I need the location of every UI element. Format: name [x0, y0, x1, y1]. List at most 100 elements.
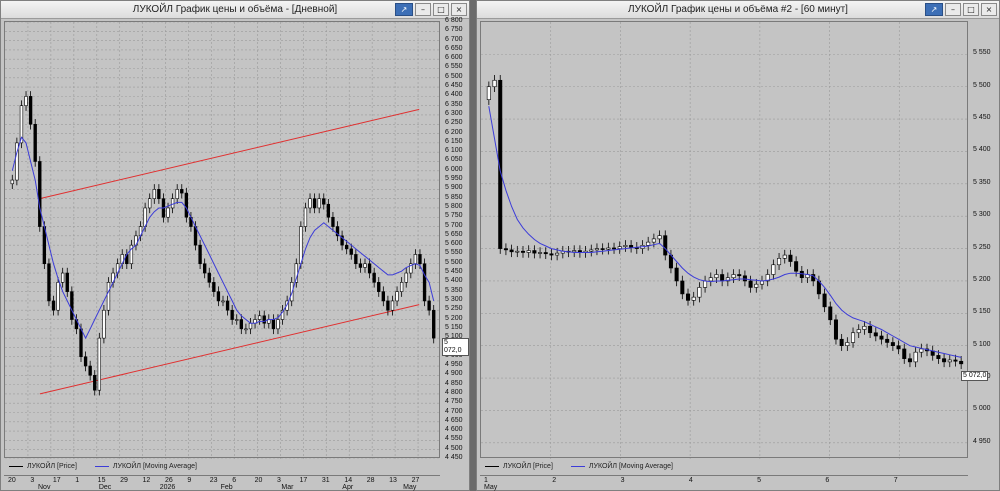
candle-body [299, 226, 303, 265]
candle-body [913, 351, 918, 363]
price-chart-area[interactable] [480, 21, 969, 459]
window-title-bar[interactable]: ЛУКОЙЛ График цены и объёма #2 - [60 мин… [477, 1, 999, 19]
candle-body [799, 270, 804, 279]
window-title: ЛУКОЙЛ График цены и объёма #2 - [60 мин… [628, 4, 848, 15]
candle-body [390, 300, 395, 311]
candle-body [51, 300, 56, 311]
y-tick-label: 6 000 [445, 165, 463, 173]
candle-body [623, 245, 628, 247]
candle-body [520, 250, 525, 253]
candle-body [697, 287, 702, 298]
x-day-label: 12 [142, 477, 151, 484]
window-title-bar[interactable]: ЛУКОЙЛ График цены и объёма - [Дневной] … [1, 1, 469, 19]
legend-ma: ЛУКОЙЛ [Moving Average] [588, 463, 673, 470]
y-tick-label: 5 000 [973, 405, 991, 413]
candle-body [10, 179, 14, 185]
candle-body [83, 356, 88, 367]
candle-body [890, 342, 895, 347]
legend-price: ЛУКОЙЛ [Price] [27, 463, 77, 470]
close-button[interactable]: × [981, 3, 997, 16]
maximize-button[interactable]: □ [963, 3, 979, 16]
y-tick-label: 4 750 [445, 398, 463, 406]
candle-body [526, 250, 531, 253]
candle-body [308, 198, 312, 209]
y-tick-label: 6 150 [445, 137, 463, 145]
pin-icon[interactable]: ↗ [395, 3, 413, 16]
y-tick-label: 6 300 [445, 109, 463, 117]
candle-body [399, 282, 404, 292]
x-day-label: 4 [688, 477, 693, 484]
y-tick-label: 5 300 [973, 211, 991, 219]
candle-body [856, 329, 861, 334]
maximize-button[interactable]: □ [433, 3, 449, 16]
y-tick-label: 5 300 [445, 295, 463, 303]
chart-legend: ЛУКОЙЛ [Price] ЛУКОЙЛ [Moving Average] [9, 463, 197, 470]
moving-average-line [11, 136, 435, 340]
candle-body [395, 291, 399, 302]
pin-icon[interactable]: ↗ [925, 3, 943, 16]
minimize-button[interactable]: – [945, 3, 961, 16]
candle-body [589, 249, 594, 252]
candle-body [317, 198, 321, 209]
candle-body [386, 300, 390, 311]
x-day-label: 14 [344, 477, 353, 484]
candle-body [629, 245, 634, 248]
y-tick-label: 5 900 [445, 184, 463, 192]
candlestick-chart[interactable] [5, 21, 441, 460]
candle-body [885, 338, 890, 343]
close-button[interactable]: × [451, 3, 467, 16]
candle-body [203, 263, 207, 274]
candle-body [152, 189, 156, 199]
candle-body [953, 359, 958, 362]
price-chart-area[interactable] [4, 21, 441, 460]
ma-legend-swatch [570, 466, 585, 467]
candle-body [363, 263, 367, 268]
candle-body [28, 96, 33, 125]
candle-body [244, 328, 248, 331]
x-month-label: Mar [281, 484, 294, 491]
candle-body [381, 291, 385, 302]
candle-body [657, 235, 662, 240]
candle-body [61, 272, 65, 283]
minimize-button[interactable]: – [415, 3, 431, 16]
ma-legend-swatch [94, 466, 109, 467]
candle-body [873, 332, 878, 337]
candle-body [349, 248, 353, 255]
y-tick-label: 5 400 [445, 277, 463, 285]
candle-body [919, 348, 924, 353]
y-tick-label: 6 500 [445, 72, 463, 80]
candle-body [427, 300, 431, 311]
candle-body [257, 315, 262, 320]
candle-body [947, 359, 952, 363]
candle-body [312, 198, 317, 209]
x-day-label: 31 [321, 477, 330, 484]
candle-body [248, 322, 253, 330]
candle-body [543, 252, 548, 255]
y-tick-label: 5 200 [445, 314, 463, 322]
candle-body [413, 254, 418, 265]
candle-body [839, 338, 844, 347]
candle-body [686, 293, 691, 301]
candle-body [358, 263, 363, 268]
x-day-label: 3 [277, 477, 281, 484]
x-month-label: Nov [38, 484, 51, 491]
candlestick-chart[interactable] [481, 22, 969, 459]
candle-body [372, 272, 376, 283]
y-tick-label: 6 600 [445, 54, 463, 62]
x-day-label: 28 [366, 477, 375, 484]
x-month-label: Apr [342, 484, 354, 491]
chart-legend: ЛУКОЙЛ [Price] ЛУКОЙЛ [Moving Average] [485, 463, 673, 470]
candle-body [788, 254, 793, 262]
y-tick-label: 6 800 [445, 17, 463, 24]
y-tick-label: 5 450 [445, 268, 463, 276]
y-tick-label: 4 700 [445, 407, 463, 415]
y-tick-label: 5 150 [973, 308, 991, 316]
y-tick-label: 5 700 [445, 221, 463, 229]
candle-body [70, 291, 74, 320]
y-tick-label: 6 250 [445, 119, 463, 127]
candle-body [166, 207, 170, 218]
candle-body [708, 277, 713, 282]
candle-body [879, 335, 884, 340]
x-day-label: 17 [52, 477, 61, 484]
last-price-label: 5 072,0 [961, 371, 989, 381]
